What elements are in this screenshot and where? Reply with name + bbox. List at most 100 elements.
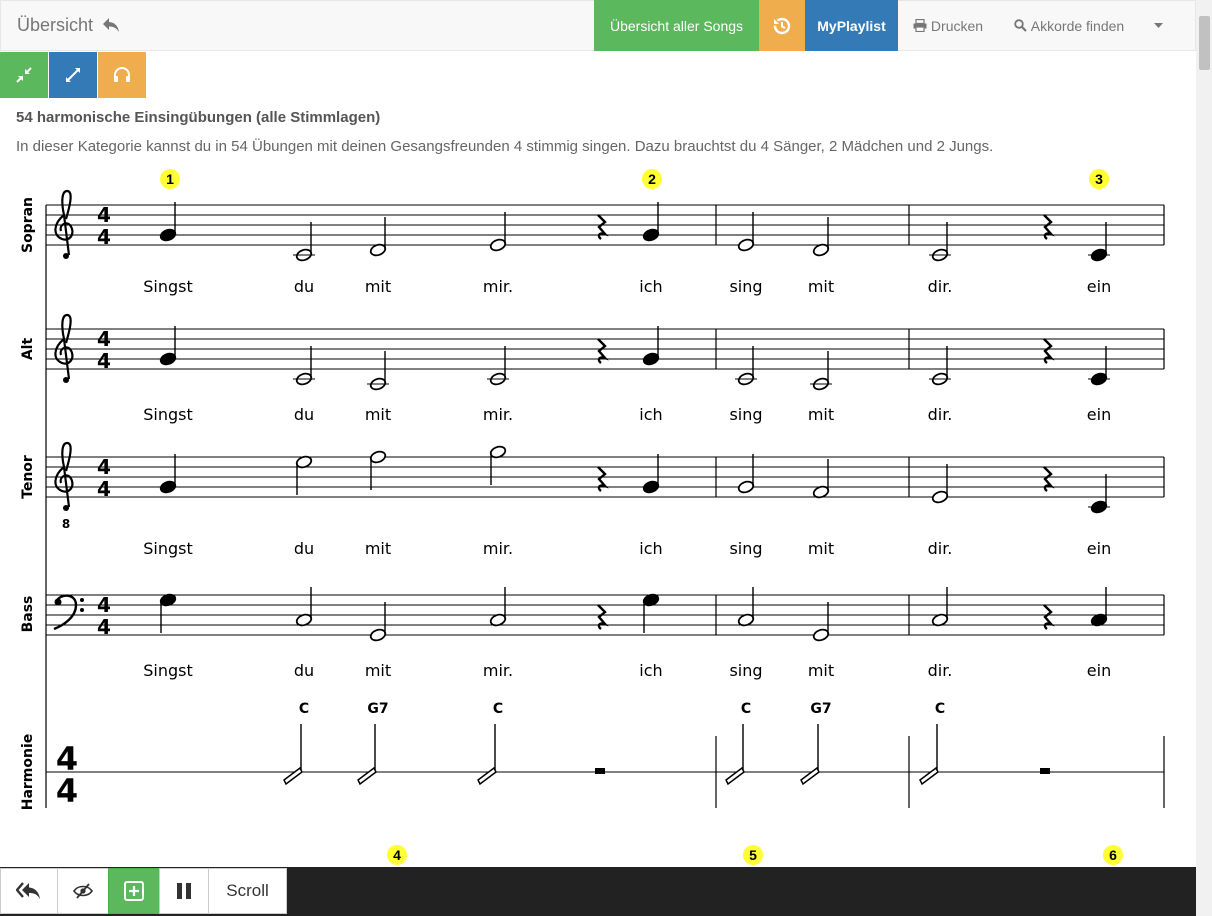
time-sig-top: 4 bbox=[97, 327, 111, 351]
lyric-syllable: mir. bbox=[483, 661, 513, 680]
lyric-syllable: du bbox=[294, 277, 314, 296]
scrollbar-thumb[interactable] bbox=[1199, 16, 1210, 70]
chord-symbol: C bbox=[493, 701, 503, 717]
lyric-syllable: ich bbox=[639, 539, 662, 558]
note-head bbox=[812, 628, 830, 642]
all-songs-button[interactable]: Übersicht aller Songs bbox=[594, 0, 759, 51]
note-head bbox=[931, 490, 949, 504]
time-sig-bottom: 4 bbox=[97, 615, 111, 639]
search-icon bbox=[1014, 19, 1027, 32]
dropdown-toggle[interactable] bbox=[1140, 0, 1180, 51]
lyric-syllable: du bbox=[294, 661, 314, 680]
time-sig-bottom: 4 bbox=[97, 225, 111, 249]
lyric-syllable: Singst bbox=[143, 539, 193, 558]
note-head bbox=[737, 480, 755, 494]
lyric-syllable: mir. bbox=[483, 405, 513, 424]
overview-link[interactable]: Übersicht bbox=[17, 15, 120, 36]
staff-name-bass: Bass bbox=[20, 596, 36, 633]
history-icon bbox=[773, 17, 791, 34]
time-sig-bottom: 4 bbox=[56, 772, 78, 810]
note-head bbox=[489, 238, 507, 252]
lyric-syllable: du bbox=[294, 539, 314, 558]
find-chords-label: Akkorde finden bbox=[1030, 17, 1125, 34]
all-songs-label: Übersicht aller Songs bbox=[609, 17, 744, 34]
note-head bbox=[737, 238, 755, 252]
expand-icon bbox=[66, 68, 80, 82]
note-head bbox=[159, 228, 177, 242]
print-button[interactable]: Drucken bbox=[898, 0, 998, 51]
note-head bbox=[159, 480, 177, 494]
lyric-syllable: mit bbox=[365, 661, 391, 680]
lyric-syllable: Singst bbox=[143, 277, 193, 296]
listen-button[interactable] bbox=[98, 52, 146, 98]
staff-name-alt: Alt bbox=[20, 338, 36, 361]
lyric-syllable: sing bbox=[729, 539, 762, 558]
lyric-syllable: sing bbox=[729, 277, 762, 296]
lyric-syllable: ich bbox=[639, 661, 662, 680]
compress-icon bbox=[16, 67, 32, 83]
sheet-music: Sopran Alt Tenor Bass Harmonie 4 4 4 4 4… bbox=[20, 189, 1165, 810]
note-head bbox=[642, 480, 660, 494]
lyric-syllable: ein bbox=[1087, 405, 1111, 424]
back-button[interactable] bbox=[0, 868, 58, 914]
hide-button[interactable] bbox=[57, 868, 109, 914]
history-button[interactable] bbox=[759, 0, 805, 51]
note-head bbox=[369, 628, 387, 642]
eye-slash-icon bbox=[73, 883, 93, 899]
pause-button[interactable] bbox=[159, 868, 209, 914]
lyric-syllable: du bbox=[294, 405, 314, 424]
exercise-marker[interactable]: 5 bbox=[743, 845, 763, 865]
time-sig-top: 4 bbox=[97, 455, 111, 479]
exercise-marker[interactable]: 4 bbox=[387, 845, 407, 865]
lyric-syllable: Singst bbox=[143, 661, 193, 680]
lyric-syllable: mit bbox=[808, 405, 834, 424]
half-rest bbox=[1040, 768, 1050, 774]
note-head bbox=[159, 352, 177, 366]
print-label: Drucken bbox=[930, 17, 984, 34]
lyric-syllable: Singst bbox=[143, 405, 193, 424]
lyric-syllable: mit bbox=[365, 405, 391, 424]
slash-note bbox=[357, 766, 377, 786]
print-icon bbox=[913, 19, 927, 32]
chord-symbols: C G7 C C G7 C bbox=[299, 701, 945, 717]
lyrics: Singst du mit mir. ich sing mit dir. ein Singst du… bbox=[143, 277, 1111, 680]
find-chords-button[interactable]: Akkorde finden bbox=[1000, 0, 1138, 51]
lyric-syllable: sing bbox=[729, 661, 762, 680]
lyric-syllable: mit bbox=[808, 661, 834, 680]
lyric-syllable: mir. bbox=[483, 277, 513, 296]
lyric-syllable: ein bbox=[1087, 661, 1111, 680]
exercise-marker[interactable]: 6 bbox=[1103, 845, 1123, 865]
tenor-octave-mark: 8 bbox=[62, 517, 70, 531]
half-rest bbox=[595, 768, 605, 774]
category-description: In dieser Kategorie kannst du in 54 Übun… bbox=[16, 138, 994, 155]
reply-icon bbox=[103, 18, 120, 32]
slash-note bbox=[800, 766, 820, 786]
headphones-icon bbox=[114, 67, 130, 82]
lyric-syllable: dir. bbox=[928, 277, 953, 296]
lyric-syllable: mit bbox=[808, 277, 834, 296]
bass-clef-icon bbox=[53, 594, 84, 631]
lyric-syllable: ich bbox=[639, 405, 662, 424]
chord-symbol: C bbox=[299, 701, 309, 717]
slash-note bbox=[919, 766, 939, 786]
staff-lines bbox=[45, 204, 1165, 808]
lyric-syllable: mit bbox=[808, 539, 834, 558]
time-sig-top: 4 bbox=[97, 203, 111, 227]
compress-button[interactable] bbox=[0, 52, 48, 98]
note-head bbox=[642, 228, 660, 242]
caret-down-icon bbox=[1153, 23, 1163, 28]
chord-symbol: C bbox=[935, 701, 945, 717]
myplaylist-button[interactable]: MyPlaylist bbox=[805, 0, 898, 51]
page-scrollbar[interactable] bbox=[1196, 0, 1212, 916]
lyric-syllable: mir. bbox=[483, 539, 513, 558]
scroll-button[interactable]: Scroll bbox=[208, 868, 287, 914]
lyric-syllable: sing bbox=[729, 405, 762, 424]
zoom-in-button[interactable] bbox=[108, 868, 160, 914]
lyric-syllable: dir. bbox=[928, 405, 953, 424]
time-sig-top: 4 bbox=[97, 593, 111, 617]
expand-button[interactable] bbox=[49, 52, 97, 98]
lyric-syllable: ein bbox=[1087, 539, 1111, 558]
slash-note bbox=[477, 766, 497, 786]
scroll-label: Scroll bbox=[226, 881, 269, 900]
lyric-syllable: dir. bbox=[928, 539, 953, 558]
